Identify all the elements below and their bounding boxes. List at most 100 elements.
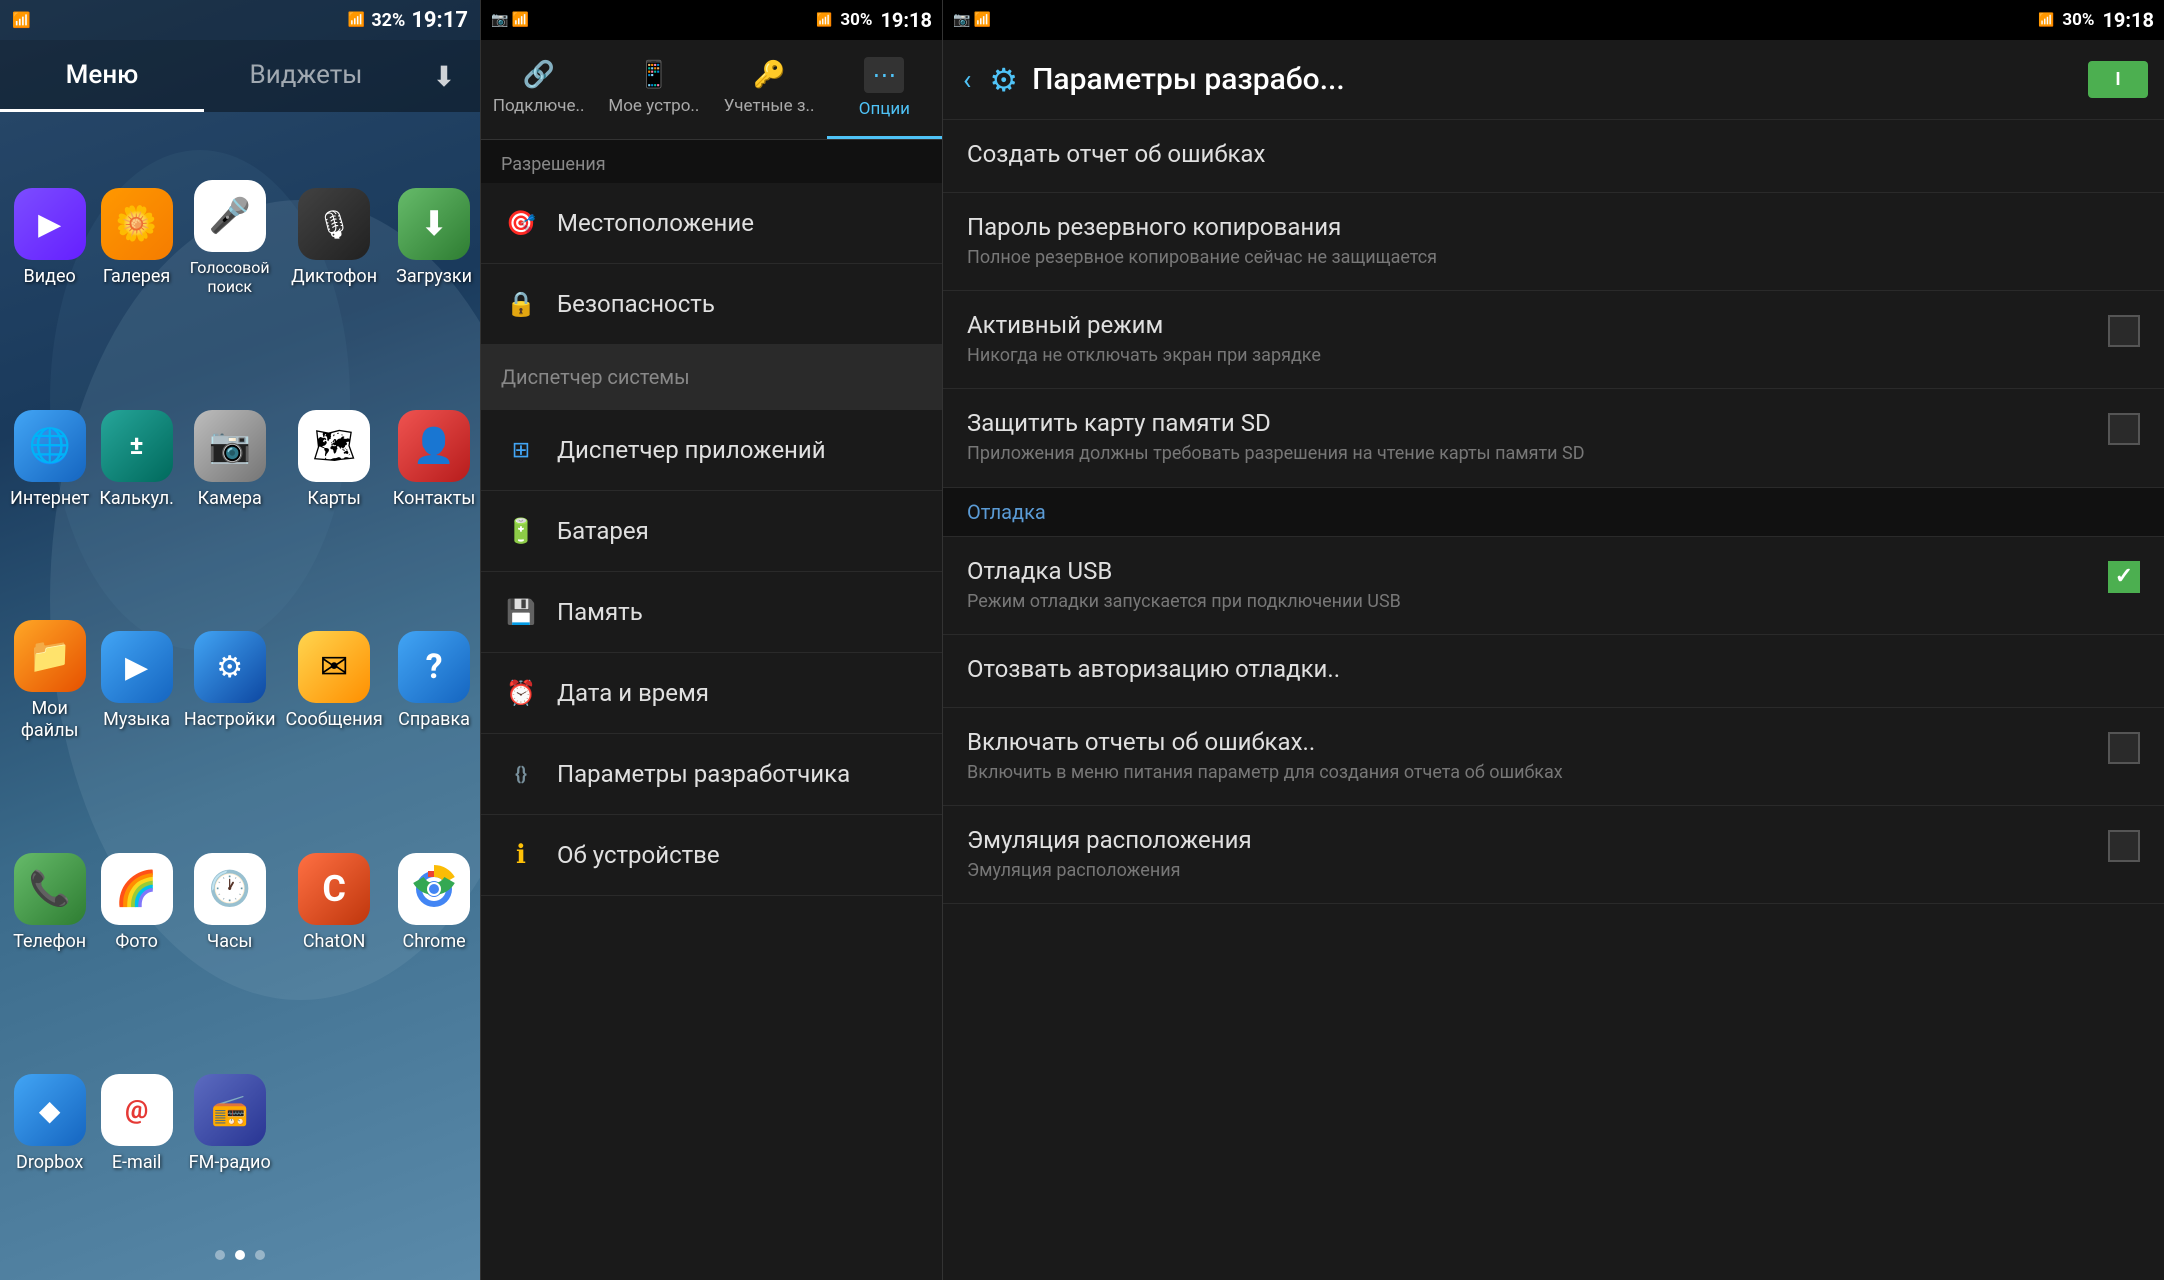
dev-option-protectsd[interactable]: Защитить карту памяти SD Приложения долж… bbox=[943, 389, 2164, 487]
settings-tab-options-label: Опции bbox=[859, 99, 910, 119]
dev-option-usbdebug[interactable]: Отладка USB Режим отладки запускается пр… bbox=[943, 537, 2164, 635]
settings-tab-accounts-label: Учетные з.. bbox=[724, 96, 815, 116]
dev-option-stayawake[interactable]: Активный режим Никогда не отключать экра… bbox=[943, 291, 2164, 389]
dev-option-usbdebug-text: Отладка USB Режим отладки запускается пр… bbox=[967, 557, 2108, 614]
app-icon-dictaphone: 🎙 bbox=[298, 188, 370, 260]
location-icon: 🎯 bbox=[501, 203, 541, 243]
settings-item-security[interactable]: 🔒 Безопасность bbox=[481, 264, 942, 345]
dev-toggle-button[interactable]: I bbox=[2088, 61, 2148, 98]
dev-option-emulateLoc[interactable]: Эмуляция расположения Эмуляция расположе… bbox=[943, 806, 2164, 904]
settings-section-permissions: Разрешения bbox=[481, 140, 942, 183]
app-video[interactable]: ▶ Видео bbox=[10, 132, 89, 344]
tab-widgets[interactable]: Виджеты bbox=[204, 40, 408, 112]
app-chaton[interactable]: C ChatON bbox=[285, 797, 382, 1009]
settings-item-devopt-label: Параметры разработчика bbox=[557, 760, 850, 788]
app-icon-contacts: 👤 bbox=[398, 410, 470, 482]
settings-item-appmanager[interactable]: ⊞ Диспетчер приложений bbox=[481, 410, 942, 491]
dev-wifi-icon: 📶 bbox=[2038, 13, 2054, 28]
app-dictaphone[interactable]: 🎙 Диктофон bbox=[285, 132, 382, 344]
app-camera[interactable]: 📷 Камера bbox=[184, 354, 276, 566]
settings-item-memory[interactable]: 💾 Память bbox=[481, 572, 942, 653]
settings-item-aboutdevice[interactable]: ℹ Об устройстве bbox=[481, 815, 942, 896]
app-messages[interactable]: ✉ Сообщения bbox=[285, 575, 382, 787]
settings-item-battery[interactable]: 🔋 Батарея bbox=[481, 491, 942, 572]
dev-option-backuppwd[interactable]: Пароль резервного копирования Полное рез… bbox=[943, 193, 2164, 291]
app-gallery[interactable]: 🌼 Галерея bbox=[99, 132, 174, 344]
download-icon: ⬇ bbox=[432, 60, 455, 93]
settings-tab-options[interactable]: ⋯ Опции bbox=[827, 40, 942, 139]
app-contacts[interactable]: 👤 Контакты bbox=[393, 354, 476, 566]
app-photos[interactable]: 🌈 Фото bbox=[99, 797, 174, 1009]
dev-option-stayawake-title: Активный режим bbox=[967, 311, 2088, 339]
dev-options-header: ‹ ⚙ Параметры разрабо... I bbox=[943, 40, 2164, 120]
dev-option-revokeauth[interactable]: Отозвать авторизацию отладки.. bbox=[943, 635, 2164, 708]
dev-checkbox-stayawake[interactable] bbox=[2108, 315, 2140, 347]
settings-item-aboutdevice-label: Об устройстве bbox=[557, 841, 720, 869]
dev-gear-icon: ⚙ bbox=[989, 61, 1018, 99]
mydevice-icon: 📱 bbox=[638, 60, 670, 90]
dev-checkbox-emulateLoc[interactable] bbox=[2108, 830, 2140, 862]
app-maps[interactable]: 🗺 Карты bbox=[285, 354, 382, 566]
settings-item-location[interactable]: 🎯 Местоположение bbox=[481, 183, 942, 264]
app-help[interactable]: ? Справка bbox=[393, 575, 476, 787]
app-calc[interactable]: ± Калькул. bbox=[99, 354, 174, 566]
app-email[interactable]: @ E-mail bbox=[99, 1018, 174, 1230]
app-icon-calc: ± bbox=[101, 410, 173, 482]
settings-tab-connections[interactable]: 🔗 Подключе.. bbox=[481, 40, 596, 139]
dev-option-stayawake-text: Активный режим Никогда не отключать экра… bbox=[967, 311, 2108, 368]
settings-sysmanager-label: Диспетчер системы bbox=[501, 365, 690, 389]
section-permissions-label: Разрешения bbox=[501, 154, 606, 175]
settings-tab-mydevice[interactable]: 📱 Мое устро.. bbox=[596, 40, 711, 139]
dev-option-bugreport[interactable]: Создать отчет об ошибках bbox=[943, 120, 2164, 193]
page-dot-2[interactable] bbox=[235, 1250, 245, 1260]
page-dot-1[interactable] bbox=[215, 1250, 225, 1260]
download-tab[interactable]: ⬇ bbox=[408, 60, 480, 93]
app-dropbox[interactable]: ◆ Dropbox bbox=[10, 1018, 89, 1230]
dev-option-bugreportpower-text: Включать отчеты об ошибках.. Включить в … bbox=[967, 728, 2108, 785]
app-myfiles[interactable]: 📁 Мои файлы bbox=[10, 575, 89, 787]
datetime-icon: ⏰ bbox=[501, 673, 541, 713]
app-clock[interactable]: 🕐 Часы bbox=[184, 797, 276, 1009]
app-icon-voice: 🎤 bbox=[194, 180, 266, 252]
settings-tab-accounts[interactable]: 🔑 Учетные з.. bbox=[712, 40, 827, 139]
settings-item-datetime-label: Дата и время bbox=[557, 679, 709, 707]
dev-checkbox-bugreportpower[interactable] bbox=[2108, 732, 2140, 764]
tab-menu[interactable]: Меню bbox=[0, 40, 204, 112]
settings-tab-mydevice-label: Мое устро.. bbox=[608, 96, 699, 116]
dev-checkbox-protectsd[interactable] bbox=[2108, 413, 2140, 445]
page-dot-3[interactable] bbox=[255, 1250, 265, 1260]
app-label-help: Справка bbox=[398, 709, 470, 731]
home-screen: 📶 📶 32% 19:17 Меню Виджеты ⬇ ▶ Видео bbox=[0, 0, 480, 1280]
settings-tab-connections-label: Подключе.. bbox=[493, 96, 585, 116]
app-fmradio[interactable]: 📻 FM-радио bbox=[184, 1018, 276, 1230]
settings-item-datetime[interactable]: ⏰ Дата и время bbox=[481, 653, 942, 734]
app-icon-clock: 🕐 bbox=[194, 853, 266, 925]
dev-option-bugreportpower[interactable]: Включать отчеты об ошибках.. Включить в … bbox=[943, 708, 2164, 806]
app-icon-camera: 📷 bbox=[194, 410, 266, 482]
app-download[interactable]: ⬇ Загрузки bbox=[393, 132, 476, 344]
app-label-settings: Настройки bbox=[184, 709, 276, 731]
app-label-download: Загрузки bbox=[396, 266, 472, 288]
dev-option-bugreportpower-subtitle: Включить в меню питания параметр для соз… bbox=[967, 760, 2088, 785]
app-label-fmradio: FM-радио bbox=[189, 1152, 271, 1174]
app-music[interactable]: ▶ Музыка bbox=[99, 575, 174, 787]
dev-option-backuppwd-subtitle: Полное резервное копирование сейчас не з… bbox=[967, 245, 2120, 270]
app-phone[interactable]: 📞 Телефон bbox=[10, 797, 89, 1009]
settings-wifi-icon: 📶 bbox=[816, 13, 832, 28]
app-icon-myfiles: 📁 bbox=[14, 620, 86, 692]
app-voice[interactable]: 🎤 Голосовой поиск bbox=[184, 132, 276, 344]
settings-item-memory-label: Память bbox=[557, 598, 643, 626]
app-internet[interactable]: 🌐 Интернет bbox=[10, 354, 89, 566]
dev-checkbox-usbdebug[interactable] bbox=[2108, 561, 2140, 593]
dev-option-protectsd-title: Защитить карту памяти SD bbox=[967, 409, 2088, 437]
app-label-gallery: Галерея bbox=[103, 266, 170, 288]
app-empty-1 bbox=[285, 1018, 382, 1230]
app-chrome[interactable]: Chrome bbox=[393, 797, 476, 1009]
settings-item-devopt[interactable]: {} Параметры разработчика bbox=[481, 734, 942, 815]
app-settings[interactable]: ⚙ Настройки bbox=[184, 575, 276, 787]
dev-back-button[interactable]: ‹ bbox=[959, 59, 975, 100]
app-icon-settings: ⚙ bbox=[194, 631, 266, 703]
app-label-phone: Телефон bbox=[13, 931, 86, 953]
app-label-chaton: ChatON bbox=[303, 931, 366, 953]
app-icon-messages: ✉ bbox=[298, 631, 370, 703]
